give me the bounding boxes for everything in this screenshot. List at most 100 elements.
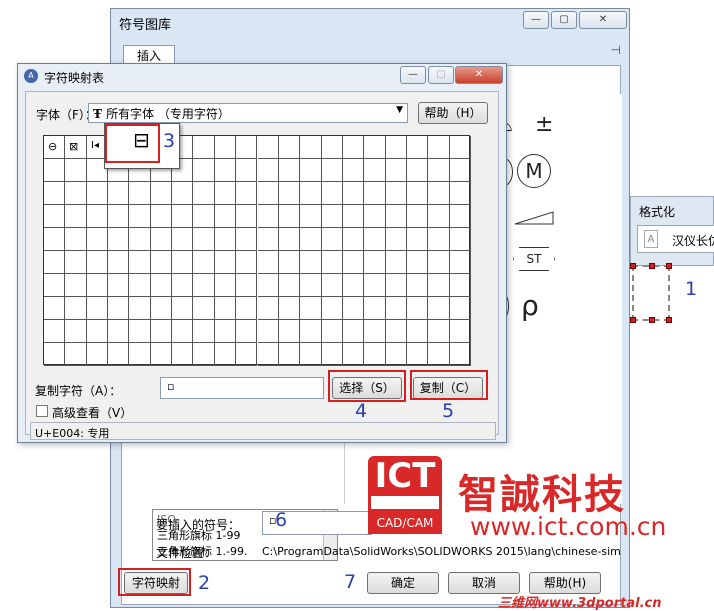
grid-cell[interactable] (385, 320, 407, 343)
grid-cell[interactable] (193, 343, 215, 366)
grid-cell[interactable] (342, 159, 365, 182)
grid-cell[interactable] (278, 343, 301, 366)
grid-cell[interactable] (257, 274, 279, 297)
ok-button[interactable]: 确定 (367, 572, 439, 594)
grid-cell[interactable] (385, 274, 407, 297)
grid-cell[interactable] (364, 182, 386, 205)
grid-cell[interactable] (236, 136, 258, 159)
charmap-maximize-button[interactable]: ▢ (428, 66, 454, 84)
close-button[interactable]: ✕ (579, 11, 627, 29)
grid-cell[interactable] (44, 320, 66, 343)
grid-cell[interactable] (449, 205, 471, 228)
grid-cell[interactable] (236, 205, 258, 228)
grid-cell[interactable] (449, 297, 471, 320)
grid-cell[interactable] (172, 297, 194, 320)
grid-cell[interactable] (342, 251, 365, 274)
grid-cell[interactable] (278, 251, 301, 274)
grid-cell[interactable] (214, 343, 237, 366)
grid-cell[interactable] (193, 159, 215, 182)
handle[interactable] (649, 317, 655, 323)
grid-cell[interactable] (44, 251, 66, 274)
cancel-button[interactable]: 取消 (448, 572, 520, 594)
grid-cell[interactable] (172, 343, 194, 366)
grid-cell[interactable] (108, 182, 130, 205)
grid-cell[interactable] (364, 320, 386, 343)
grid-cell[interactable] (150, 251, 173, 274)
grid-cell[interactable] (65, 228, 87, 251)
grid-cell[interactable] (150, 320, 173, 343)
grid-cell[interactable] (129, 205, 151, 228)
handle[interactable] (649, 263, 655, 269)
grid-cell[interactable] (342, 182, 365, 205)
grid-cell[interactable] (129, 297, 151, 320)
grid-cell[interactable] (300, 159, 322, 182)
grid-cell[interactable] (300, 182, 322, 205)
grid-cell[interactable] (236, 320, 258, 343)
grid-cell[interactable] (44, 228, 66, 251)
grid-cell[interactable] (150, 228, 173, 251)
grid-cell[interactable] (108, 205, 130, 228)
grid-cell[interactable] (385, 136, 407, 159)
advanced-view-checkbox[interactable] (36, 405, 48, 417)
grid-cell[interactable] (406, 297, 429, 320)
grid-cell[interactable] (108, 251, 130, 274)
grid-cell[interactable] (257, 251, 279, 274)
grid-cell[interactable] (428, 251, 450, 274)
grid-cell[interactable] (342, 297, 365, 320)
grid-cell[interactable] (364, 251, 386, 274)
grid-cell[interactable] (449, 274, 471, 297)
grid-cell[interactable] (428, 205, 450, 228)
grid-cell[interactable] (385, 159, 407, 182)
handle[interactable] (666, 263, 672, 269)
grid-cell[interactable] (214, 228, 237, 251)
grid-cell[interactable] (278, 320, 301, 343)
grid-cell[interactable] (364, 205, 386, 228)
grid-cell[interactable] (193, 205, 215, 228)
grid-cell[interactable] (300, 343, 322, 366)
grid-cell[interactable] (257, 343, 279, 366)
grid-cell[interactable] (129, 274, 151, 297)
grid-cell[interactable] (406, 136, 429, 159)
grid-cell[interactable] (150, 182, 173, 205)
grid-cell[interactable] (65, 297, 87, 320)
grid-cell[interactable] (449, 228, 471, 251)
grid-cell[interactable] (364, 136, 386, 159)
grid-cell[interactable] (342, 274, 365, 297)
grid-cell[interactable] (364, 274, 386, 297)
grid-cell[interactable] (214, 274, 237, 297)
grid-cell[interactable] (193, 251, 215, 274)
grid-cell[interactable] (214, 182, 237, 205)
grid-cell[interactable] (406, 228, 429, 251)
grid-cell[interactable] (449, 320, 471, 343)
grid-cell[interactable] (86, 251, 109, 274)
grid-cell[interactable] (406, 251, 429, 274)
grid-cell[interactable] (214, 136, 237, 159)
grid-cell[interactable] (257, 205, 279, 228)
grid-cell[interactable] (193, 320, 215, 343)
minimize-button[interactable]: — (523, 11, 549, 29)
grid-cell[interactable] (385, 343, 407, 366)
grid-cell[interactable] (342, 205, 365, 228)
grid-cell[interactable] (449, 182, 471, 205)
grid-cell[interactable] (428, 159, 450, 182)
grid-cell[interactable] (214, 320, 237, 343)
grid-cell[interactable] (257, 320, 279, 343)
grid-cell[interactable] (65, 159, 87, 182)
grid-cell[interactable] (44, 274, 66, 297)
grid-cell[interactable] (214, 251, 237, 274)
grid-cell[interactable] (321, 228, 343, 251)
handle[interactable] (666, 317, 672, 323)
grid-cell[interactable] (172, 205, 194, 228)
grid-cell[interactable] (150, 274, 173, 297)
grid-cell[interactable] (44, 205, 66, 228)
grid-cell[interactable] (65, 251, 87, 274)
grid-cell[interactable] (86, 297, 109, 320)
grid-cell[interactable] (236, 297, 258, 320)
grid-cell[interactable] (172, 182, 194, 205)
grid-cell[interactable] (193, 274, 215, 297)
grid-cell[interactable] (342, 320, 365, 343)
grid-cell[interactable] (150, 343, 173, 366)
symbol-m[interactable]: M (517, 154, 551, 188)
grid-cell[interactable] (406, 320, 429, 343)
grid-cell[interactable] (108, 228, 130, 251)
